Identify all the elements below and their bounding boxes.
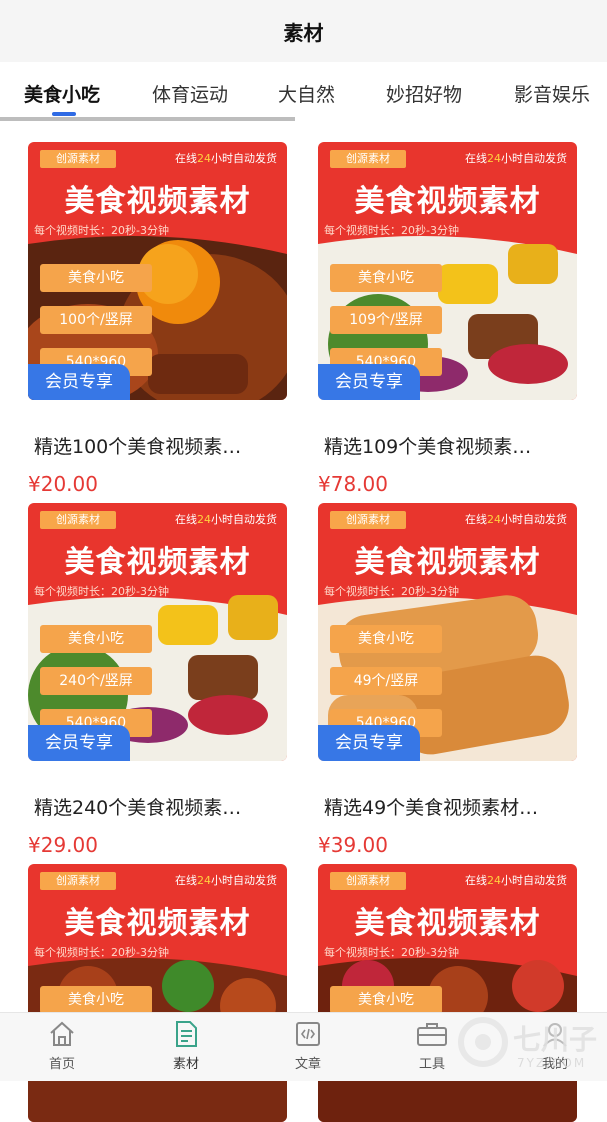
- brand-tag: 创源素材: [40, 511, 116, 529]
- shipping-note: 在线24小时自动发货: [175, 874, 277, 887]
- product-price: ¥29.00: [28, 833, 98, 857]
- vip-badge: 会员专享: [318, 725, 420, 761]
- product-thumbnail[interactable]: 创源素材 在线24小时自动发货 美食视频素材 每个视频时长：20秒-3分钟 美食…: [28, 142, 287, 400]
- shipping-note: 在线24小时自动发货: [465, 874, 567, 887]
- brand-tag: 创源素材: [40, 872, 116, 890]
- watermark-text: 七川子: [513, 1023, 598, 1056]
- home-icon: [50, 1021, 74, 1046]
- brand-tag: 创源素材: [330, 150, 406, 168]
- product-thumbnail[interactable]: 创源素材 在线24小时自动发货 美食视频素材 每个视频时长：20秒-3分钟 美食…: [28, 864, 287, 1122]
- duration-note: 每个视频时长：20秒-3分钟: [324, 224, 459, 237]
- count-chip: 240个/竖屏: [40, 667, 152, 695]
- product-name[interactable]: 精选49个美食视频素材…: [324, 793, 576, 820]
- duration-note: 每个视频时长：20秒-3分钟: [34, 585, 169, 598]
- product-price: ¥39.00: [318, 833, 388, 857]
- category-tabs: 美食小吃 体育运动 大自然 妙招好物 影音娱乐: [0, 62, 607, 120]
- banner-headline: 美食视频素材: [64, 906, 251, 941]
- vip-badge: 会员专享: [28, 364, 130, 400]
- watermark-logo-icon: [458, 1017, 508, 1067]
- article-icon: [296, 1022, 320, 1046]
- product-thumbnail[interactable]: 创源素材 在线24小时自动发货 美食视频素材 每个视频时长：20秒-3分钟 美食…: [28, 503, 287, 761]
- vip-badge: 会员专享: [28, 725, 130, 761]
- category-chip: 美食小吃: [330, 986, 442, 1014]
- nav-material-label: 素材: [172, 1057, 199, 1072]
- product-price: ¥20.00: [28, 472, 98, 496]
- duration-note: 每个视频时长：20秒-3分钟: [34, 224, 169, 237]
- nav-article-label: 文章: [294, 1057, 321, 1072]
- nav-home-label: 首页: [48, 1057, 75, 1072]
- toolbox-icon: [417, 1023, 447, 1046]
- category-chip: 美食小吃: [330, 264, 442, 292]
- site-watermark: 七川子 7YZ.COM: [455, 1010, 605, 1080]
- tab-scrollbar: [0, 117, 295, 121]
- brand-tag: 创源素材: [330, 511, 406, 529]
- brand-tag: 创源素材: [330, 872, 406, 890]
- product-thumbnail[interactable]: 创源素材 在线24小时自动发货 美食视频素材 每个视频时长：20秒-3分钟 美食…: [318, 142, 577, 400]
- category-chip: 美食小吃: [40, 986, 152, 1014]
- duration-note: 每个视频时长：20秒-3分钟: [34, 946, 169, 959]
- product-thumbnail[interactable]: 创源素材 在线24小时自动发货 美食视频素材 每个视频时长：20秒-3分钟 美食…: [318, 864, 577, 1122]
- product-price: ¥78.00: [318, 472, 388, 496]
- product-name[interactable]: 精选109个美食视频素…: [324, 432, 576, 459]
- page-title: 素材: [283, 20, 324, 45]
- count-chip: 49个/竖屏: [330, 667, 442, 695]
- count-chip: 109个/竖屏: [330, 306, 442, 334]
- top-bar: 素材: [0, 0, 607, 62]
- tab-food-snacks[interactable]: 美食小吃: [24, 80, 100, 107]
- banner-headline: 美食视频素材: [64, 545, 251, 580]
- shipping-note: 在线24小时自动发货: [465, 513, 567, 526]
- shipping-note: 在线24小时自动发货: [175, 152, 277, 165]
- category-chip: 美食小吃: [330, 625, 442, 653]
- material-icon: [176, 1021, 197, 1047]
- nav-material[interactable]: 素材: [146, 1019, 226, 1072]
- duration-note: 每个视频时长：20秒-3分钟: [324, 946, 459, 959]
- duration-note: 每个视频时长：20秒-3分钟: [324, 585, 459, 598]
- vip-badge: 会员专享: [318, 364, 420, 400]
- banner-headline: 美食视频素材: [354, 545, 541, 580]
- shipping-note: 在线24小时自动发货: [465, 152, 567, 165]
- category-chip: 美食小吃: [40, 264, 152, 292]
- product-thumbnail[interactable]: 创源素材 在线24小时自动发货 美食视频素材 每个视频时长：20秒-3分钟 美食…: [318, 503, 577, 761]
- banner-headline: 美食视频素材: [354, 906, 541, 941]
- watermark-subtext: 7YZ.COM: [517, 1056, 587, 1070]
- tab-sports[interactable]: 体育运动: [152, 80, 228, 107]
- shipping-note: 在线24小时自动发货: [175, 513, 277, 526]
- nav-article[interactable]: 文章: [268, 1019, 348, 1072]
- nav-home[interactable]: 首页: [22, 1019, 102, 1072]
- product-name[interactable]: 精选100个美食视频素…: [34, 432, 286, 459]
- banner-headline: 美食视频素材: [64, 184, 251, 219]
- tab-tips-goods[interactable]: 妙招好物: [386, 80, 462, 107]
- product-name[interactable]: 精选240个美食视频素…: [34, 793, 286, 820]
- count-chip: 100个/竖屏: [40, 306, 152, 334]
- tab-nature[interactable]: 大自然: [278, 80, 335, 107]
- category-chip: 美食小吃: [40, 625, 152, 653]
- tab-entertainment[interactable]: 影音娱乐: [514, 80, 590, 107]
- brand-tag: 创源素材: [40, 150, 116, 168]
- active-tab-indicator: [52, 112, 76, 116]
- banner-headline: 美食视频素材: [354, 184, 541, 219]
